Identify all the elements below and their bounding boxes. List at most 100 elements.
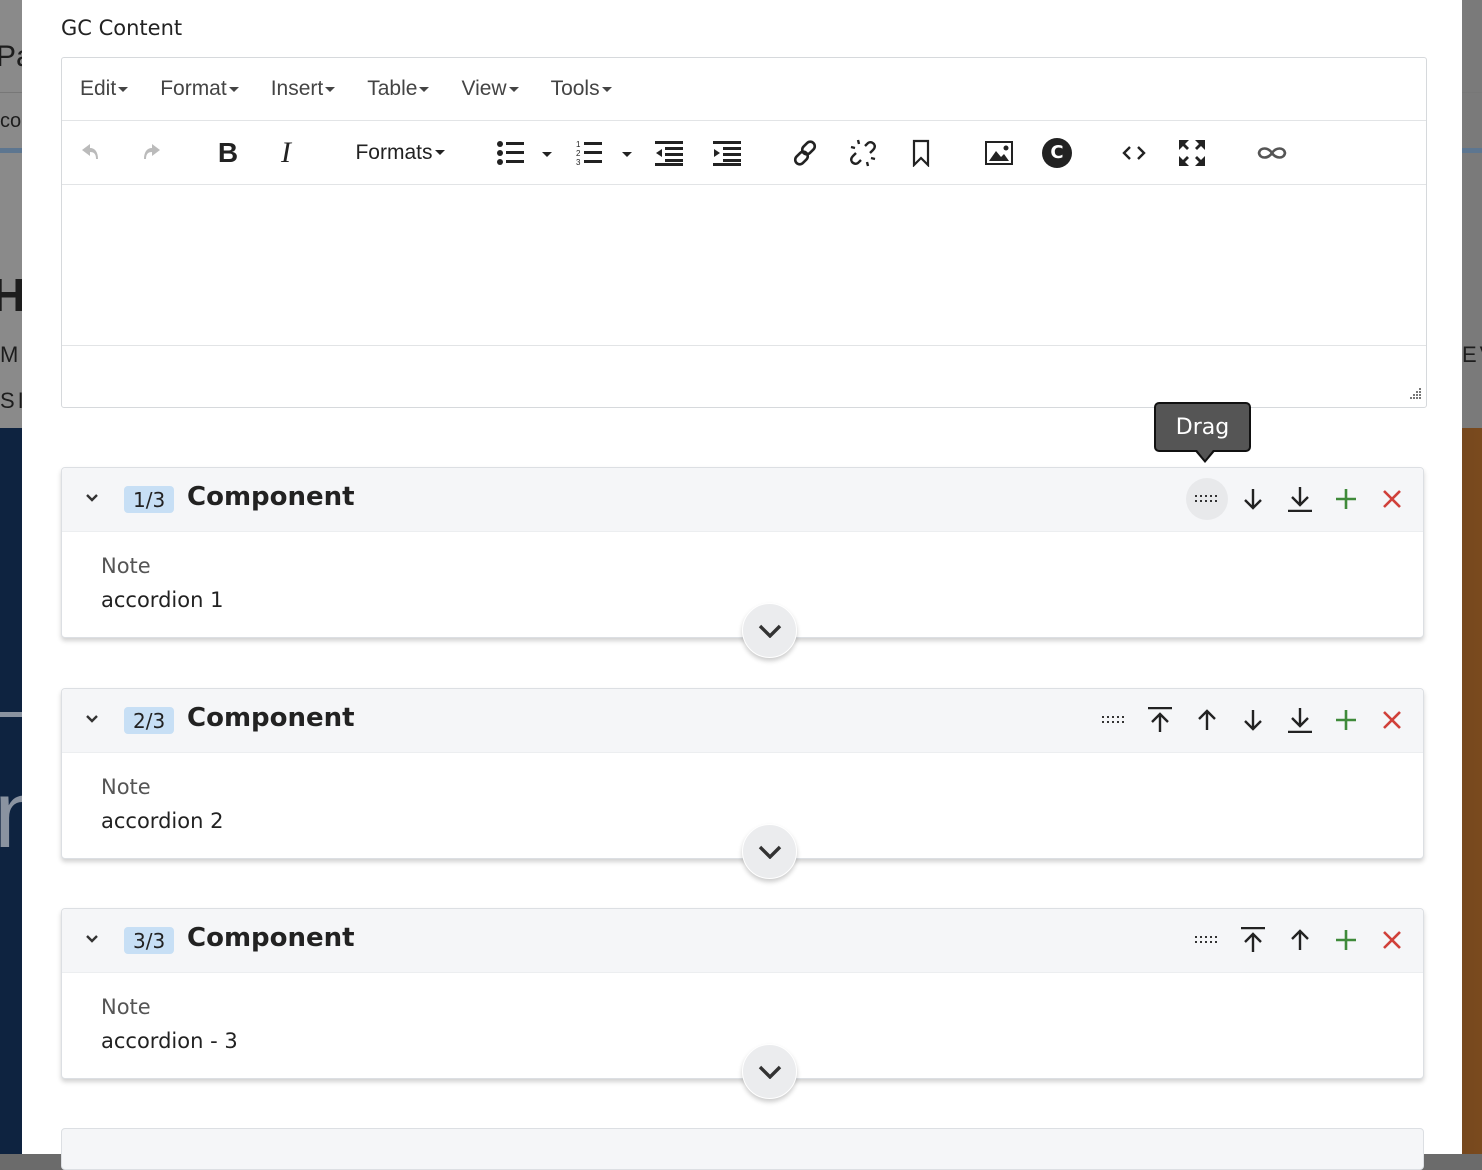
- link-component-button[interactable]: [1252, 121, 1292, 184]
- component-card: 3/3 Component Note accordion - 3: [61, 908, 1424, 1099]
- arrow-down-to-line-icon: [1288, 487, 1312, 512]
- add-component-button[interactable]: [1325, 699, 1367, 741]
- plus-icon: [1336, 489, 1356, 509]
- special-character-button[interactable]: C: [1038, 121, 1076, 184]
- component-index-badge: 2/3: [124, 707, 175, 734]
- move-to-bottom-button[interactable]: [1279, 699, 1321, 741]
- note-label: Note: [101, 554, 151, 578]
- menu-label: Tools: [550, 77, 600, 100]
- caret-down-icon: [419, 86, 430, 92]
- expand-button[interactable]: [742, 1044, 797, 1099]
- bold-button[interactable]: B: [212, 121, 244, 184]
- editor-content-area[interactable]: [62, 185, 1426, 346]
- caret-down-icon: [228, 86, 239, 92]
- background-text: co: [0, 110, 22, 132]
- note-value: accordion 2: [101, 809, 224, 833]
- component-title: Component: [187, 703, 355, 733]
- unlink-button[interactable]: [846, 121, 880, 184]
- field-label: GC Content: [61, 16, 183, 40]
- outdent-button[interactable]: [652, 121, 686, 184]
- background-hero-line: [0, 712, 22, 717]
- indent-button[interactable]: [710, 121, 744, 184]
- caret-down-icon: [434, 150, 445, 155]
- anchor-button[interactable]: [904, 121, 938, 184]
- numbered-list-icon: 1 2 3: [576, 140, 632, 167]
- component-header[interactable]: 1/3 Component: [62, 468, 1423, 532]
- remove-component-button[interactable]: [1371, 699, 1413, 741]
- drag-handle[interactable]: [1186, 478, 1228, 520]
- menu-label: Table: [367, 77, 418, 100]
- drag-handle[interactable]: [1186, 919, 1228, 961]
- arrow-up-to-line-icon: [1148, 707, 1172, 732]
- move-to-top-button[interactable]: [1232, 919, 1274, 961]
- close-icon: [1383, 931, 1401, 949]
- menu-table[interactable]: Table: [367, 77, 430, 101]
- caret-down-icon: [325, 86, 336, 92]
- collapse-chevron-icon[interactable]: [84, 933, 100, 945]
- menu-format[interactable]: Format: [160, 77, 239, 101]
- note-value: accordion 1: [101, 588, 224, 612]
- formats-dropdown[interactable]: Formats: [350, 121, 450, 184]
- svg-text:3: 3: [576, 158, 581, 167]
- outdent-icon: [655, 140, 683, 166]
- background-text: M: [0, 342, 19, 367]
- drag-handle-icon: [1195, 495, 1217, 502]
- note-label: Note: [101, 775, 151, 799]
- move-up-button[interactable]: [1186, 699, 1228, 741]
- component-header[interactable]: 2/3 Component: [62, 689, 1423, 753]
- component-title: Component: [187, 482, 355, 512]
- redo-button[interactable]: [136, 121, 166, 184]
- resize-handle-icon[interactable]: [1408, 387, 1422, 401]
- move-up-button[interactable]: [1279, 919, 1321, 961]
- bullet-list-button[interactable]: [494, 121, 558, 184]
- drag-handle[interactable]: [1093, 699, 1135, 741]
- copyright-icon: C: [1042, 137, 1072, 168]
- note-value: accordion - 3: [101, 1029, 238, 1053]
- component-card: 1/3 Component Note accordion 1: [61, 467, 1424, 658]
- drag-tooltip: Drag: [1154, 402, 1251, 452]
- numbered-list-button[interactable]: 1 2 3: [574, 121, 638, 184]
- expand-button[interactable]: [742, 824, 797, 879]
- collapse-chevron-icon[interactable]: [84, 492, 100, 504]
- component-header[interactable]: 3/3 Component: [62, 909, 1423, 973]
- code-icon: [1122, 145, 1146, 160]
- add-component-button[interactable]: [1325, 919, 1367, 961]
- image-button[interactable]: [980, 121, 1018, 184]
- plus-icon: [1336, 930, 1356, 950]
- arrow-down-to-line-icon: [1288, 708, 1312, 733]
- unlink-icon: [850, 139, 876, 166]
- caret-down-icon: [118, 86, 129, 92]
- menu-tools[interactable]: Tools: [551, 77, 612, 101]
- menu-label: Edit: [80, 77, 117, 100]
- menu-insert[interactable]: Insert: [271, 77, 336, 101]
- collapse-chevron-icon[interactable]: [84, 713, 100, 725]
- italic-button[interactable]: I: [270, 121, 302, 184]
- fullscreen-button[interactable]: [1174, 121, 1210, 184]
- svg-text:1: 1: [576, 140, 581, 149]
- close-icon: [1383, 711, 1401, 729]
- move-to-bottom-button[interactable]: [1279, 478, 1321, 520]
- bullet-list-icon: [497, 140, 552, 165]
- remove-component-button[interactable]: [1371, 478, 1413, 520]
- formats-label: Formats: [355, 140, 433, 164]
- menu-view[interactable]: View: [461, 77, 519, 101]
- infinity-link-icon: [1257, 146, 1287, 159]
- undo-button[interactable]: [76, 121, 106, 184]
- drag-handle-icon: [1195, 936, 1217, 943]
- add-component-button[interactable]: [1325, 478, 1367, 520]
- caret-down-icon: [601, 86, 612, 92]
- menu-edit[interactable]: Edit: [80, 77, 129, 101]
- redo-icon: [144, 143, 160, 159]
- move-to-top-button[interactable]: [1139, 699, 1181, 741]
- source-code-button[interactable]: [1116, 121, 1152, 184]
- expand-button[interactable]: [742, 603, 797, 658]
- component-card: 2/3 Component Note accordion 2: [61, 688, 1424, 879]
- remove-component-button[interactable]: [1371, 919, 1413, 961]
- next-card-partial: [61, 1128, 1424, 1170]
- editor-menubar: Edit Format Insert Table View Tools: [62, 58, 1426, 121]
- move-down-button[interactable]: [1232, 478, 1274, 520]
- plus-icon: [1336, 710, 1356, 730]
- fullscreen-icon: [1179, 139, 1205, 166]
- move-down-button[interactable]: [1232, 699, 1274, 741]
- link-button[interactable]: [788, 121, 822, 184]
